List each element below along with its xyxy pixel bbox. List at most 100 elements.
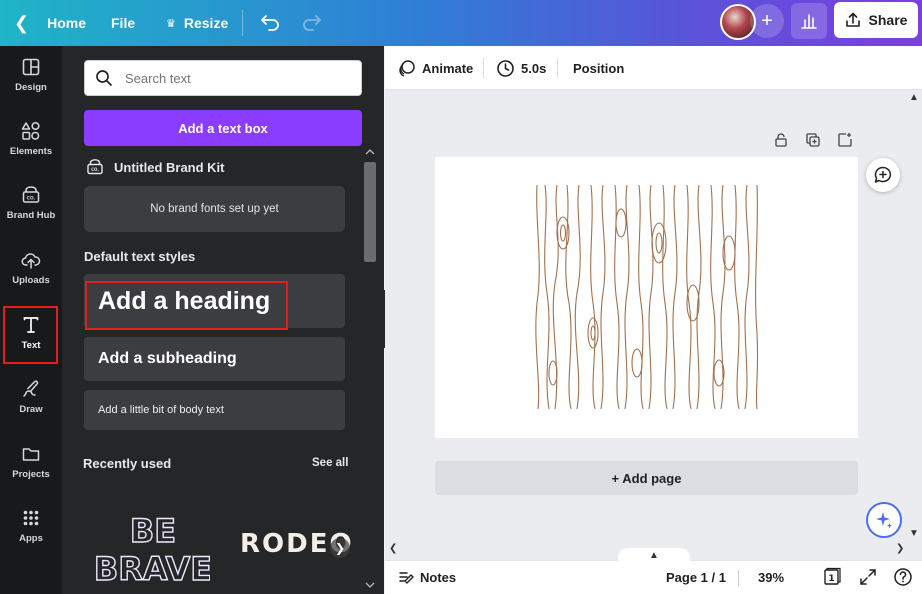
rail-item-label: Apps [19, 533, 43, 544]
comment-plus-icon [874, 166, 892, 183]
chevron-up-icon[interactable]: ▲ [909, 92, 919, 103]
clock-icon [497, 59, 514, 77]
page-indicator-label: Page 1 / 1 [666, 569, 726, 585]
animate-label: Animate [422, 60, 474, 76]
crown-icon: ♛ [166, 17, 176, 30]
rail-item-design[interactable]: Design [0, 46, 62, 104]
plus-icon: + [761, 9, 773, 32]
topbar-divider [242, 10, 243, 36]
rail-item-label: Design [15, 82, 47, 93]
layout-icon [22, 58, 40, 76]
lock-icon[interactable] [772, 131, 790, 149]
editor-toolbar: Animate 5.0s Position [385, 46, 922, 90]
add-comment-button[interactable] [866, 158, 900, 192]
share-upload-icon [845, 12, 860, 27]
rail-item-label: Brand Hub [6, 210, 56, 221]
pages-grid-icon: 1 [824, 567, 841, 585]
highlight-box [3, 306, 58, 364]
zoom-level[interactable]: 39% [758, 560, 784, 594]
sparkle-icon [876, 512, 892, 529]
brand-kit-icon: CO. [87, 159, 103, 175]
rail-item-label: Uploads [12, 275, 50, 286]
default-styles-heading: Default text styles [84, 249, 196, 264]
search-icon [96, 70, 112, 86]
see-all-link[interactable]: See all [312, 457, 348, 469]
undo-button[interactable] [258, 8, 282, 36]
help-button[interactable] [893, 560, 913, 594]
recent-template-be-brave[interactable]: BE BRAVE [93, 508, 213, 588]
fullscreen-button[interactable] [859, 560, 877, 594]
rail-item-label: Projects [12, 469, 50, 480]
home-button[interactable]: ❮ Home [14, 0, 86, 46]
undo-icon [261, 15, 279, 31]
left-rail: Design Elements CO. Brand Hub Uploads Te… [0, 46, 62, 594]
no-brand-fonts-notice: No brand fonts set up yet [84, 186, 345, 232]
share-button[interactable]: Share [834, 2, 918, 38]
add-page-icon[interactable] [836, 131, 854, 149]
animate-button[interactable]: Animate [398, 46, 473, 90]
chevron-left-icon[interactable]: ❮ [389, 543, 397, 554]
bar-chart-icon [801, 14, 817, 29]
add-text-box-button[interactable]: Add a text box [84, 110, 362, 146]
chevron-right-icon[interactable]: ❯ [330, 538, 350, 558]
rail-item-projects[interactable]: Projects [0, 433, 62, 491]
notes-button[interactable]: Notes [398, 560, 456, 594]
duration-button[interactable]: 5.0s [496, 46, 546, 90]
share-label: Share [868, 12, 908, 28]
shapes-icon [21, 121, 40, 140]
chevron-down-icon[interactable]: ▼ [909, 528, 919, 539]
rail-item-apps[interactable]: Apps [0, 497, 62, 555]
page-count-label: 1 [828, 574, 834, 584]
toolbar-divider [483, 58, 484, 78]
rail-item-brand-hub[interactable]: CO. Brand Hub [0, 174, 62, 232]
help-icon [894, 568, 912, 586]
duration-label: 5.0s [521, 60, 547, 76]
position-label: Position [573, 60, 625, 76]
highlight-box [85, 281, 288, 330]
grid-view-button[interactable]: 1 [822, 560, 842, 594]
resize-button[interactable]: ♛ Resize [166, 0, 228, 46]
page-actions [772, 131, 854, 149]
panel-scrollbar[interactable] [361, 144, 379, 594]
chevron-up-icon: ▲ [649, 549, 659, 561]
add-page-button[interactable]: + Add page [435, 461, 858, 495]
rail-item-draw[interactable]: Draw [0, 368, 62, 426]
svg-text:CO.: CO. [27, 196, 36, 202]
page-indicator[interactable]: Page 1 / 1 [666, 560, 726, 594]
file-label: File [111, 15, 136, 31]
file-menu-button[interactable]: File [111, 0, 135, 46]
rail-item-label: Draw [19, 404, 43, 415]
scroll-up-icon [365, 149, 375, 155]
duplicate-page-icon[interactable] [804, 131, 822, 149]
add-collaborator-button[interactable]: + [750, 4, 784, 38]
be-brave-word: BRAVE [96, 550, 210, 588]
rail-item-elements[interactable]: Elements [0, 110, 62, 168]
rail-item-label: Elements [9, 146, 53, 157]
wood-grain-lines [535, 184, 759, 410]
redo-button[interactable] [300, 8, 324, 36]
wood-grain-graphic[interactable] [533, 183, 760, 411]
be-brave-word: BE [130, 512, 176, 550]
add-subheading-button[interactable]: Add a subheading [84, 337, 345, 381]
animate-icon [399, 60, 415, 77]
position-button[interactable]: Position [573, 46, 624, 90]
scrollbar-thumb[interactable] [364, 162, 376, 262]
recently-used-heading: Recently used [83, 456, 172, 471]
rail-item-text[interactable]: Text [0, 304, 62, 364]
grid-icon [23, 510, 39, 526]
search-input[interactable] [125, 70, 345, 86]
rail-item-uploads[interactable]: Uploads [0, 239, 62, 297]
add-heading-button[interactable]: Add a heading [84, 274, 345, 330]
brand-icon: CO. [22, 186, 40, 203]
add-body-text-button[interactable]: Add a little bit of body text [84, 390, 345, 430]
expand-icon [860, 569, 876, 585]
resize-label: Resize [183, 15, 229, 31]
magic-assistant-button[interactable] [866, 502, 902, 538]
brand-kit-title: Untitled Brand Kit [114, 159, 225, 175]
insights-button[interactable] [791, 3, 827, 39]
notes-icon [399, 572, 414, 584]
brand-kit-header[interactable]: CO. Untitled Brand Kit [86, 158, 225, 176]
search-field[interactable] [84, 60, 362, 96]
chevron-right-icon[interactable]: ❯ [896, 543, 904, 554]
scroll-down-icon [365, 582, 375, 588]
